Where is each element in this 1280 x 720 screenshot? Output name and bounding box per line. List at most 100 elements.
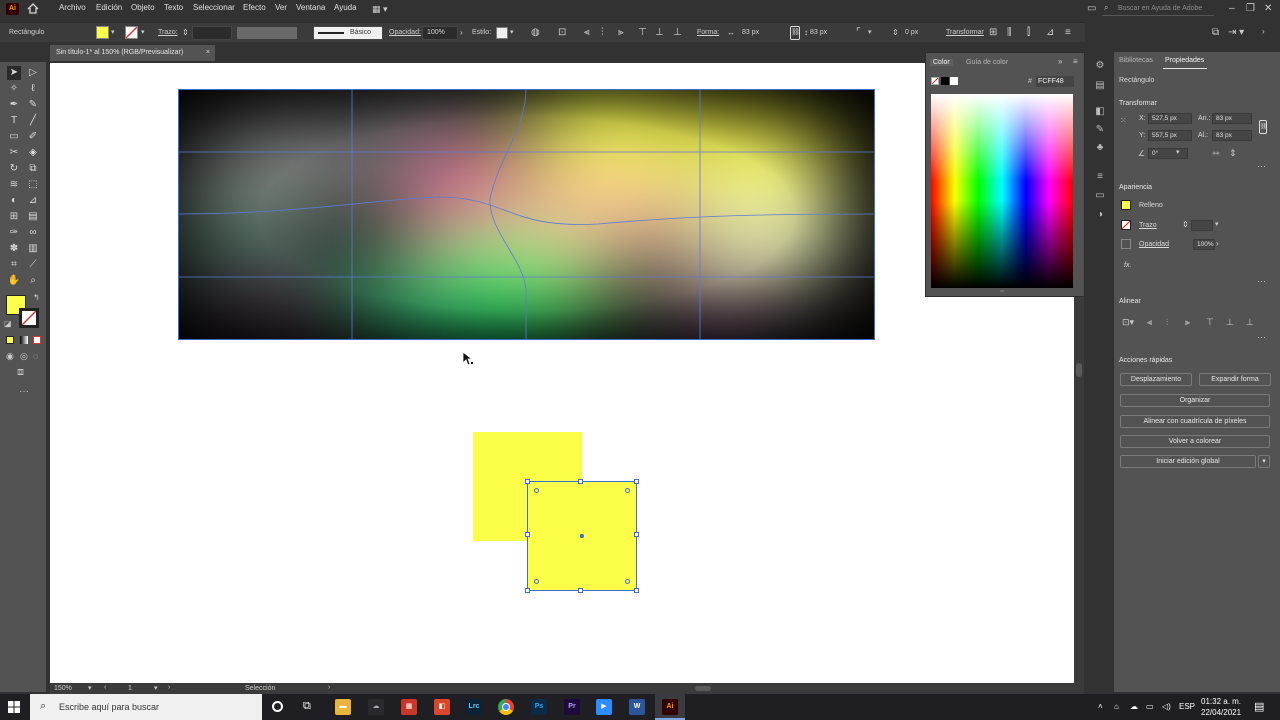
shaper-icon[interactable]: ✂ (7, 146, 21, 160)
rotate-icon[interactable]: ↻ (7, 162, 21, 176)
taskbar-search-box[interactable]: ⌕ Escribe aquí para buscar (30, 694, 262, 720)
offset-button[interactable]: Desplazamiento (1120, 373, 1192, 386)
yellow-rectangle-selected[interactable] (525, 479, 639, 593)
x-field[interactable]: 527,5 px (1148, 113, 1192, 124)
paintbrush-icon[interactable]: ✐ (26, 130, 40, 144)
align-bottom-icon[interactable]: ⊥ (1246, 317, 1254, 328)
gradient-panel-icon[interactable]: ▭ (1093, 190, 1107, 202)
draw-mode-icon[interactable]: ◉ (6, 351, 14, 362)
warp-icon[interactable]: ≋ (7, 178, 21, 192)
menu-seleccionar[interactable]: Seleccionar (193, 3, 235, 12)
gradient-mode-icon[interactable] (20, 336, 28, 344)
symbols-panel-icon[interactable]: ♣ (1093, 142, 1107, 154)
menu-efecto[interactable]: Efecto (243, 3, 266, 12)
stepper-icon[interactable]: ⇕ (182, 28, 189, 38)
tab-libraries[interactable]: Bibliotecas (1119, 57, 1153, 64)
constrain-proportions-icon[interactable]: ⛓ (790, 26, 800, 40)
menu-edicion[interactable]: Edición (96, 3, 122, 12)
prev-artboard-icon[interactable]: ‹ (104, 684, 106, 691)
canvas[interactable] (50, 63, 1074, 683)
cloud-app-icon[interactable]: ☁ (368, 699, 384, 715)
transform-label[interactable]: Transformar (946, 29, 984, 36)
stroke-color-swatch[interactable] (19, 308, 39, 328)
selection-handle[interactable] (634, 479, 639, 484)
scrollbar-thumb[interactable] (1076, 363, 1082, 377)
arrange-documents-icon[interactable]: ⧉ (1212, 27, 1219, 38)
recolor-globe-icon[interactable]: ◍ (531, 28, 540, 38)
menu-objeto[interactable]: Objeto (131, 3, 155, 12)
w-field[interactable]: 83 px (1212, 113, 1252, 124)
illustrator-icon[interactable]: Ai (662, 699, 678, 715)
color-spectrum[interactable] (931, 94, 1073, 288)
swap-colors-icon[interactable]: ↰ (33, 293, 40, 302)
selection-handle[interactable] (578, 479, 583, 484)
selection-handle[interactable] (525, 588, 530, 593)
scale-icon[interactable]: ⧉ (26, 162, 40, 176)
align-left-icon[interactable]: ⫷ (1147, 317, 1152, 328)
align-bottom-icon[interactable]: ⊥ (673, 28, 682, 38)
align-to-icon[interactable]: ⊡ (558, 28, 566, 38)
calculator-icon[interactable]: ▦ (401, 699, 417, 715)
office-icon[interactable]: ◧ (434, 699, 450, 715)
zoom-icon[interactable]: ⌕ (26, 274, 40, 288)
tab-color-guide[interactable]: Guía de color (966, 59, 1008, 66)
align-middle-icon[interactable]: ⊥ (1226, 317, 1234, 328)
chevron-down-icon[interactable]: ▾ (111, 28, 115, 38)
distribute-icon[interactable]: ⫼ (1007, 28, 1012, 38)
more-tools-icon[interactable]: ··· (19, 386, 29, 397)
align-top-icon[interactable]: ⊤ (638, 28, 647, 38)
none-mode-icon[interactable] (33, 336, 41, 344)
shape-label[interactable]: Forma: (697, 29, 719, 36)
shape-width-value[interactable]: 83 px (742, 29, 759, 36)
chevron-down-icon[interactable]: ▾ (1215, 220, 1219, 228)
angle-field[interactable]: 0° (1148, 148, 1188, 159)
pen-icon[interactable]: ✒ (7, 98, 21, 112)
notifications-icon[interactable]: ▤ (1254, 700, 1264, 713)
horizontal-scrollbar-thumb[interactable] (695, 686, 711, 691)
tray-chevron-icon[interactable]: ˄ (1098, 702, 1103, 711)
direct-selection-icon[interactable]: ▷ (26, 66, 40, 80)
gradient-icon[interactable]: ▤ (26, 210, 40, 224)
blend-icon[interactable]: ∞ (26, 226, 40, 240)
more-options-icon[interactable]: ··· (1257, 161, 1266, 171)
restore-icon[interactable]: ❐ (1246, 3, 1255, 14)
chevron-right-icon[interactable]: › (328, 684, 330, 691)
fill-swatch[interactable] (1121, 200, 1131, 210)
slice-icon[interactable]: ⟋ (26, 258, 40, 272)
hex-value-field[interactable]: FCFF48 (1036, 76, 1074, 87)
tab-properties[interactable]: Propiedades (1165, 57, 1204, 64)
selection-handle[interactable] (634, 532, 639, 537)
chevron-down-icon[interactable]: ▾ (1176, 148, 1180, 156)
zoom-app-icon[interactable]: ▶ (596, 699, 612, 715)
tab-color[interactable]: Color (930, 59, 953, 66)
default-colors-icon[interactable]: ◪ (4, 319, 12, 328)
cortana-icon[interactable] (272, 701, 283, 712)
recolor-button[interactable]: Volver a colorear (1120, 435, 1270, 448)
flip-horizontal-icon[interactable]: ⇿ (1212, 148, 1220, 159)
variable-width-field[interactable] (237, 27, 297, 39)
chevron-down-icon[interactable]: ▾ (154, 684, 158, 692)
draw-mode-icon[interactable]: ◌ (33, 351, 38, 361)
chevron-right-icon[interactable]: › (1216, 239, 1219, 248)
align-left-icon[interactable]: ⫷ (584, 28, 590, 38)
more-options-icon[interactable]: ··· (1257, 276, 1266, 286)
clock-time[interactable]: 01:32 a. m. (1201, 697, 1241, 706)
eyedropper-icon[interactable]: ✑ (7, 226, 21, 240)
fx-label[interactable]: fx. (1124, 262, 1131, 269)
artboard-icon[interactable]: ⌗ (7, 258, 21, 272)
align-to-icon[interactable]: ⊡▾ (1122, 317, 1134, 328)
minimize-icon[interactable]: – (1229, 3, 1235, 14)
align-pixel-grid-button[interactable]: Alinear con cuadrícula de píxeles (1120, 415, 1270, 428)
cloud-icon[interactable]: ☁ (1130, 702, 1138, 711)
menu-archivo[interactable]: Archivo (59, 3, 86, 12)
shape-builder-icon[interactable]: ◐ (7, 194, 21, 208)
corner-type-icon[interactable]: ⌜ (856, 28, 861, 38)
opacity-label[interactable]: Opacidad: (389, 29, 421, 36)
close-icon[interactable]: ✕ (1264, 3, 1272, 14)
mesh-icon[interactable]: ⊞ (7, 210, 21, 224)
white-color-icon[interactable] (950, 77, 958, 85)
corner-widget[interactable] (534, 579, 539, 584)
screen-mode-icon[interactable]: ⧈ (17, 366, 24, 379)
corner-widget[interactable] (625, 579, 630, 584)
stroke-panel-icon[interactable]: ≡ (1093, 171, 1107, 183)
